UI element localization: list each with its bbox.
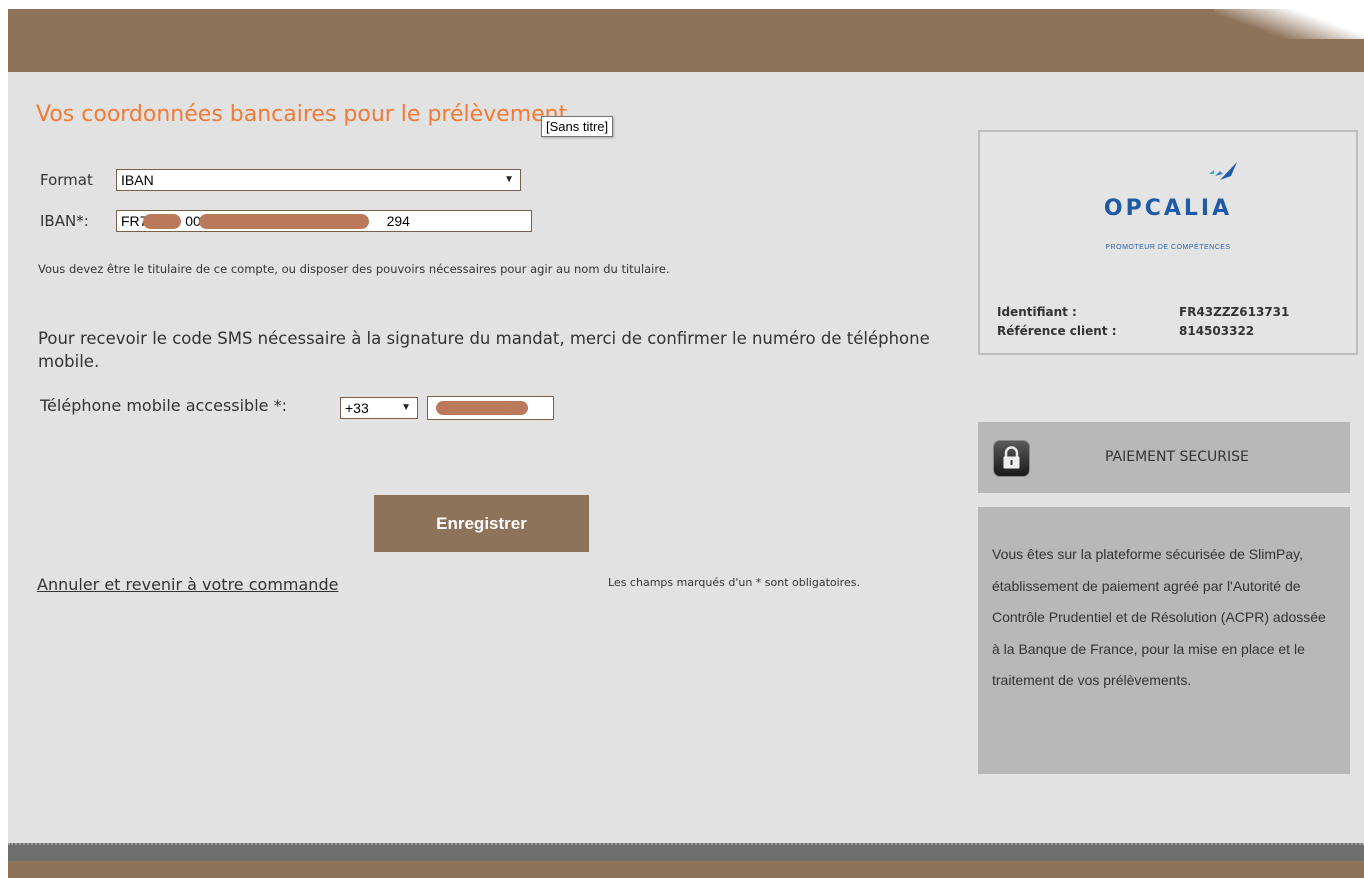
phone-prefix-select[interactable]: +33 ▼	[340, 397, 418, 419]
secure-payment-bar: PAIEMENT SECURISE	[978, 422, 1350, 493]
header-band	[8, 9, 1364, 72]
redaction-mark	[199, 214, 369, 229]
lock-icon	[993, 440, 1030, 477]
corner-fade	[1214, 9, 1364, 39]
creditor-card: OPCALIA PROMOTEUR DE COMPÉTENCES Identif…	[978, 130, 1358, 355]
phone-input[interactable]	[427, 396, 554, 420]
reference-label: Référence client :	[997, 324, 1117, 338]
footer-band-brown	[8, 861, 1364, 878]
iban-input[interactable]: FR7 00 294	[116, 210, 532, 232]
security-info-box: Vous êtes sur la plateforme sécurisée de…	[978, 507, 1350, 774]
required-fields-note: Les champs marqués d'un * sont obligatoi…	[608, 576, 860, 589]
mandate-page: Vos coordonnées bancaires pour le prélèv…	[8, 9, 1364, 878]
logo-tagline: PROMOTEUR DE COMPÉTENCES	[1105, 244, 1231, 251]
logo-name: OPCALIA	[1103, 196, 1233, 221]
redaction-mark	[436, 401, 528, 415]
identifier-label: Identifiant :	[997, 305, 1077, 319]
chevron-down-icon: ▼	[504, 174, 514, 185]
secure-payment-label: PAIEMENT SECURISE	[1105, 449, 1249, 465]
format-label: Format	[40, 171, 93, 189]
cancel-link[interactable]: Annuler et revenir à votre commande	[37, 575, 338, 594]
iban-label: IBAN*:	[40, 212, 89, 230]
phone-prefix-value: +33	[345, 400, 369, 416]
iban-value-end: 294	[386, 213, 410, 229]
footer-band	[8, 843, 1364, 863]
redaction-mark	[143, 214, 181, 229]
tooltip: [Sans titre]	[541, 116, 614, 137]
page-title: Vos coordonnées bancaires pour le prélèv…	[36, 102, 568, 127]
format-select-value: IBAN	[121, 172, 154, 188]
identifier-value: FR43ZZZ613731	[1179, 305, 1290, 319]
chevron-down-icon: ▼	[401, 402, 411, 413]
reference-value: 814503322	[1179, 324, 1255, 338]
sms-instruction: Pour recevoir le code SMS nécessaire à l…	[38, 329, 930, 371]
owner-notice: Vous devez être le titulaire de ce compt…	[38, 262, 670, 276]
phone-label: Téléphone mobile accessible *:	[40, 396, 287, 415]
security-info-text: Vous êtes sur la plateforme sécurisée de…	[992, 546, 1326, 688]
save-button[interactable]: Enregistrer	[374, 495, 589, 552]
format-select[interactable]: IBAN ▼	[116, 169, 521, 191]
check-mark-icon	[1209, 162, 1237, 180]
